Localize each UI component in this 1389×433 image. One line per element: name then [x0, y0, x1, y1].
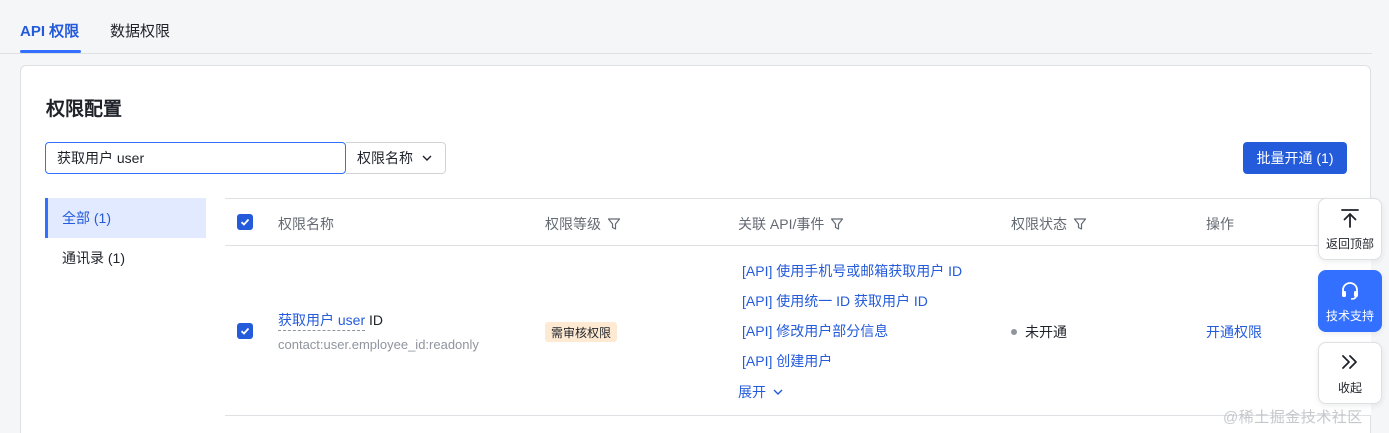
- tech-support-button[interactable]: 技术支持: [1318, 270, 1382, 332]
- page-title: 权限配置: [46, 99, 123, 120]
- header-action: 操作: [1206, 216, 1234, 232]
- header-related-api: 关联 API/事件: [738, 214, 844, 234]
- permission-config-card: 权限配置 权限名称 批量开通 (1) 全部 (1) 通讯录 (1) 权限名称 权…: [20, 65, 1371, 433]
- tab-data-permission[interactable]: 数据权限: [110, 20, 170, 41]
- chevron-down-icon: [773, 389, 783, 395]
- chevron-down-icon: [422, 155, 432, 161]
- sidebar-item-contacts[interactable]: 通讯录 (1): [45, 238, 206, 278]
- api-link[interactable]: [API] 使用统一 ID 获取用户 ID: [742, 291, 928, 311]
- expand-apis-link[interactable]: 展开: [738, 382, 784, 402]
- watermark: @稀土掘金技术社区: [1223, 409, 1363, 426]
- enable-permission-link[interactable]: 开通权限: [1206, 322, 1262, 342]
- filter-icon[interactable]: [830, 217, 844, 231]
- filter-icon[interactable]: [1073, 217, 1087, 231]
- search-field-select-label: 权限名称: [357, 150, 413, 166]
- collapse-toolbar-button[interactable]: 收起: [1318, 342, 1382, 404]
- permission-level-badge: 需审核权限: [545, 322, 618, 342]
- sidebar-item-all[interactable]: 全部 (1): [45, 198, 206, 238]
- api-link[interactable]: [API] 创建用户: [742, 351, 832, 371]
- table-header: 权限名称 权限等级 关联 API/事件 权限状态 操作: [225, 198, 1371, 246]
- back-to-top-button[interactable]: 返回顶部: [1318, 198, 1382, 260]
- headset-icon: [1342, 281, 1358, 300]
- batch-enable-button[interactable]: 批量开通 (1): [1243, 142, 1347, 174]
- search-field-select[interactable]: 权限名称: [346, 142, 446, 174]
- search-input[interactable]: [45, 142, 346, 174]
- api-link[interactable]: [API] 使用手机号或邮箱获取用户 ID: [742, 261, 962, 281]
- row-checkbox[interactable]: [237, 323, 253, 339]
- check-icon: [240, 327, 250, 335]
- permission-name: 获取用户 user ID: [278, 310, 384, 331]
- filter-icon[interactable]: [607, 217, 621, 231]
- permission-name-rest: ID: [365, 312, 384, 328]
- table-row: 获取用户 user ID contact:user.employee_id:re…: [225, 246, 1371, 416]
- permission-status: 未开通: [1011, 322, 1067, 342]
- double-chevron-right-icon: [1342, 354, 1357, 369]
- select-all-checkbox[interactable]: [237, 214, 253, 230]
- active-tab-indicator: [20, 50, 81, 53]
- header-permission-status: 权限状态: [1011, 214, 1087, 234]
- permission-name-highlight[interactable]: 获取用户 user: [278, 312, 366, 331]
- header-permission-name: 权限名称: [278, 216, 334, 232]
- tab-bar: API 权限 数据权限: [0, 0, 1372, 54]
- tab-api-permission[interactable]: API 权限: [20, 20, 79, 41]
- arrow-up-to-top-icon: [1341, 208, 1359, 228]
- header-permission-level: 权限等级: [545, 214, 621, 234]
- check-icon: [240, 218, 250, 226]
- permission-code: contact:user.employee_id:readonly: [278, 337, 479, 352]
- api-link[interactable]: [API] 修改用户部分信息: [742, 321, 888, 341]
- status-dot: [1011, 329, 1017, 335]
